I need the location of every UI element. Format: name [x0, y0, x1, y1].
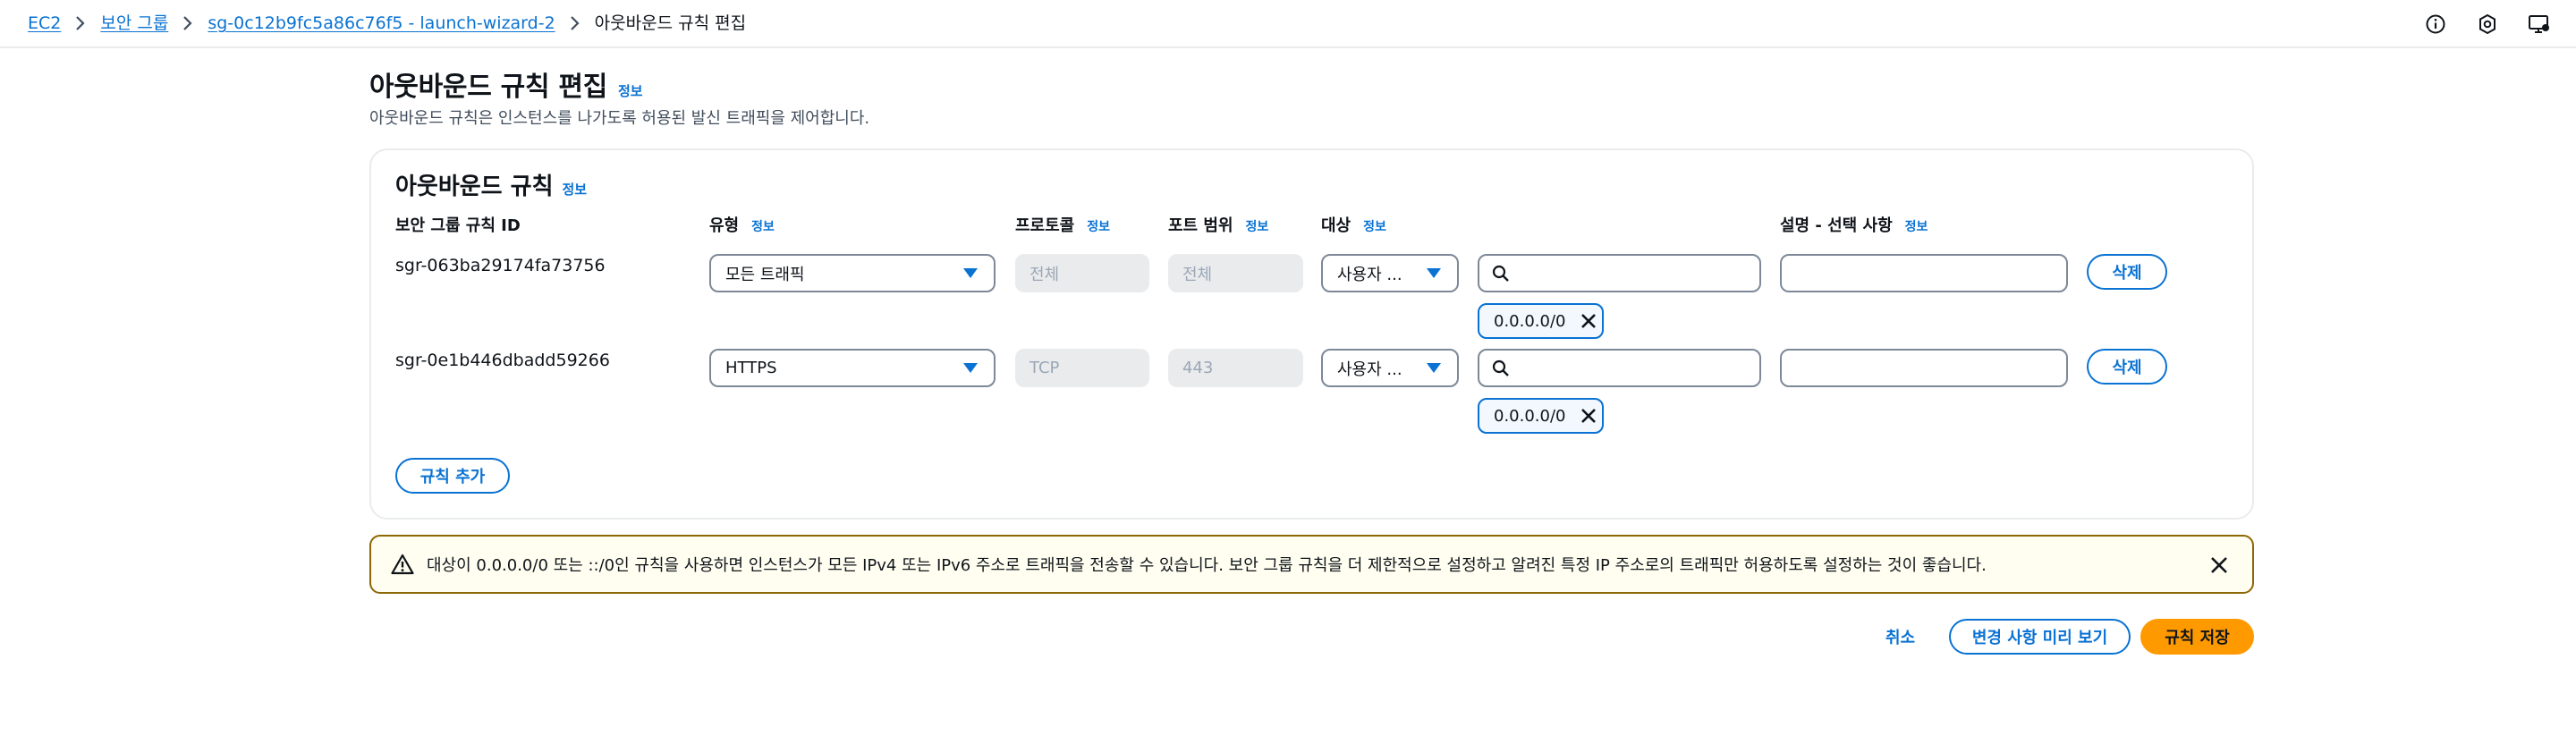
chevron-right-icon [182, 15, 193, 31]
description-input[interactable] [1780, 349, 2068, 387]
column-label-protocol: 프로토콜 정보 [1015, 213, 1110, 236]
caret-down-icon [963, 363, 978, 373]
type-info-link[interactable]: 정보 [751, 217, 775, 235]
delete-rule-button[interactable]: 삭제 [2087, 254, 2167, 290]
column-label-destination: 대상 정보 [1321, 213, 1386, 236]
container-title: 아웃바운드 규칙 [395, 173, 554, 200]
breadcrumb-security-groups[interactable]: 보안 그룹 [100, 11, 168, 36]
breadcrumb-ec2[interactable]: EC2 [28, 11, 61, 36]
description-input[interactable] [1780, 254, 2068, 292]
page-info-link[interactable]: 정보 [618, 81, 643, 100]
breadcrumb-current: 아웃바운드 규칙 편집 [594, 13, 747, 33]
column-label-text: 대상 [1321, 216, 1352, 235]
description-info-link[interactable]: 정보 [1905, 217, 1928, 235]
port-range-field: 443 [1168, 349, 1303, 387]
cidr-token-text: 0.0.0.0/0 [1494, 406, 1566, 426]
column-label-rule-id: 보안 그룹 규칙 ID [395, 213, 521, 236]
save-rules-button[interactable]: 규칙 저장 [2140, 619, 2254, 655]
container-header: 아웃바운드 규칙 정보 [395, 168, 587, 201]
type-select-value: HTTPS [725, 359, 777, 377]
add-rule-button[interactable]: 규칙 추가 [395, 458, 510, 494]
page-title: 아웃바운드 규칙 편집 [369, 72, 607, 103]
search-icon [1492, 265, 1509, 282]
close-icon[interactable] [1577, 404, 1600, 427]
column-label-text: 포트 범위 [1168, 216, 1233, 235]
caret-down-icon [1427, 268, 1441, 278]
port-range-info-link[interactable]: 정보 [1246, 217, 1269, 235]
destination-type-value: 사용자 ... [1337, 265, 1402, 284]
destination-search-input[interactable] [1478, 254, 1761, 292]
rule-id: sgr-063ba29174fa73756 [395, 256, 606, 275]
destination-type-value: 사용자 ... [1337, 359, 1402, 379]
chevron-right-icon [570, 15, 580, 31]
cidr-token: 0.0.0.0/0 [1478, 303, 1604, 339]
column-label-description: 설명 - 선택 사항 정보 [1780, 213, 1928, 236]
type-select-value: 모든 트래픽 [725, 265, 805, 284]
caret-down-icon [963, 268, 978, 278]
warning-alert: 대상이 0.0.0.0/0 또는 ::/0인 규칙을 사용하면 인스턴스가 모든… [369, 535, 2254, 594]
cidr-token: 0.0.0.0/0 [1478, 398, 1604, 434]
chevron-right-icon [75, 15, 86, 31]
preview-changes-button[interactable]: 변경 사항 미리 보기 [1949, 619, 2131, 655]
protocol-info-link[interactable]: 정보 [1087, 217, 1110, 235]
close-icon[interactable] [2207, 554, 2231, 577]
port-range-field: 전체 [1168, 254, 1303, 292]
destination-type-select[interactable]: 사용자 ... [1321, 349, 1459, 387]
type-select[interactable]: 모든 트래픽 [709, 254, 996, 292]
column-label-port-range: 포트 범위 정보 [1168, 213, 1268, 236]
breadcrumb-security-group-id[interactable]: sg-0c12b9fc5a86c76f5 - launch-wizard-2 [208, 11, 555, 36]
column-label-text: 보안 그룹 규칙 ID [395, 216, 521, 235]
container-info-link[interactable]: 정보 [563, 180, 588, 199]
delete-rule-button[interactable]: 삭제 [2087, 349, 2167, 385]
info-circle-icon[interactable] [2422, 11, 2449, 38]
screen-feedback-icon[interactable] [2526, 11, 2553, 38]
close-icon[interactable] [1577, 309, 1600, 333]
destination-search-input[interactable] [1478, 349, 1761, 387]
type-select[interactable]: HTTPS [709, 349, 996, 387]
column-label-text: 프로토콜 [1015, 216, 1075, 235]
outbound-rules-container: 아웃바운드 규칙 정보 보안 그룹 규칙 ID 유형 정보 프로토콜 정보 포트… [369, 148, 2254, 520]
protocol-field: 전체 [1015, 254, 1149, 292]
cidr-token-text: 0.0.0.0/0 [1494, 311, 1566, 331]
top-navigation-bar: EC2 보안 그룹 sg-0c12b9fc5a86c76f5 - launch-… [0, 0, 2576, 48]
destination-info-link[interactable]: 정보 [1363, 217, 1386, 235]
destination-type-select[interactable]: 사용자 ... [1321, 254, 1459, 292]
page-description: 아웃바운드 규칙은 인스턴스를 나가도록 허용된 발신 트래픽을 제어합니다. [369, 109, 870, 128]
rule-id: sgr-0e1b446dbadd59266 [395, 351, 610, 370]
protocol-field: TCP [1015, 349, 1149, 387]
column-label-text: 설명 - 선택 사항 [1780, 216, 1893, 235]
alert-text: 대상이 0.0.0.0/0 또는 ::/0인 규칙을 사용하면 인스턴스가 모든… [427, 556, 1987, 575]
warning-icon [391, 553, 414, 576]
shield-gear-icon[interactable] [2474, 11, 2501, 38]
breadcrumb: EC2 보안 그룹 sg-0c12b9fc5a86c76f5 - launch-… [28, 11, 746, 36]
column-label-text: 유형 [709, 216, 740, 235]
caret-down-icon [1427, 363, 1441, 373]
search-icon [1492, 359, 1509, 376]
cancel-button[interactable]: 취소 [1885, 619, 1915, 655]
top-icon-group [2422, 11, 2553, 38]
column-label-type: 유형 정보 [709, 213, 775, 236]
page-header: 아웃바운드 규칙 편집 정보 [369, 64, 643, 104]
